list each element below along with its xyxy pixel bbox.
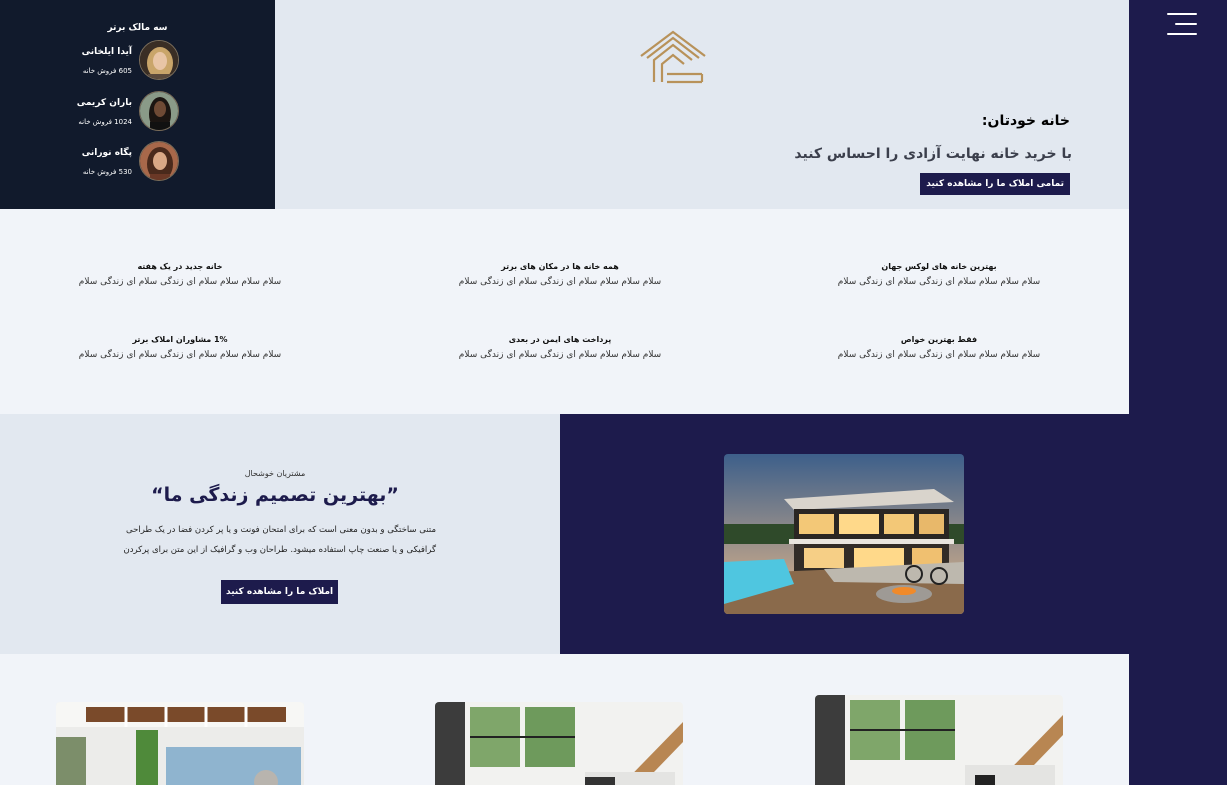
avatar: [139, 141, 179, 181]
hamburger-menu-icon[interactable]: [1165, 12, 1197, 36]
feature-desc: سلام سلام سلام سلام ای زندگی سلام ای زند…: [78, 350, 282, 360]
house-logo[interactable]: [640, 30, 706, 84]
avatar: [139, 40, 179, 80]
owner-name: باران کریمی: [76, 98, 132, 108]
feature-title: بهترین خانه های لوکس جهان: [881, 262, 997, 271]
view-properties-button[interactable]: املاک ما را مشاهده کنید: [221, 580, 339, 604]
feature-title: پرداخت های ایمن در بعدی: [508, 335, 612, 344]
listing-card[interactable]: [56, 702, 304, 785]
view-all-properties-button[interactable]: تمامی املاک ما را مشاهده کنید: [920, 173, 1070, 195]
feature-item: فقط بهترین خواص سلام سلام سلام سلام ای ز…: [809, 335, 1069, 360]
features-section: بهترین خانه های لوکس جهان سلام سلام سلام…: [0, 209, 1129, 414]
feature-desc: سلام سلام سلام سلام ای زندگی سلام ای زند…: [458, 277, 662, 287]
listings-section: [0, 654, 1129, 785]
feature-title: خانه جدید در یک هفته: [137, 262, 223, 271]
feature-item: بهترین خانه های لوکس جهان سلام سلام سلام…: [809, 262, 1069, 287]
feature-desc: سلام سلام سلام سلام ای زندگی سلام ای زند…: [837, 350, 1041, 360]
hero-title: خانه خودتان:: [981, 113, 1070, 129]
owner-sales: 530 فروش خانه: [82, 168, 132, 176]
feature-desc: سلام سلام سلام سلام ای زندگی سلام ای زند…: [458, 350, 662, 360]
feature-title: 1% مشاوران املاک برتر: [132, 335, 228, 344]
testimonial-kicker: مشتریان خوشحال: [244, 469, 306, 478]
feature-desc: سلام سلام سلام سلام ای زندگی سلام ای زند…: [78, 277, 282, 287]
owner-card[interactable]: باران کریمی 1024 فروش خانه: [0, 91, 275, 131]
feature-item: خانه جدید در یک هفته سلام سلام سلام سلام…: [50, 262, 310, 287]
top-owners-panel: سه مالک برتر آیدا ایلخانی 605 فروش خانه …: [0, 0, 275, 209]
avatar: [139, 91, 179, 131]
owner-name: آیدا ایلخانی: [81, 47, 132, 57]
top-owners-title: سه مالک برتر: [107, 23, 168, 33]
hero-subtitle: با خرید خانه نهایت آزادی را احساس کنید: [794, 146, 1072, 162]
testimonial-section: مشتریان خوشحال ”بهترین تصمیم زندگی ما“ م…: [0, 414, 560, 654]
feature-item: 1% مشاوران املاک برتر سلام سلام سلام سلا…: [50, 335, 310, 360]
owner-sales: 605 فروش خانه: [82, 67, 132, 75]
feature-title: همه خانه ها در مکان های برتر: [501, 262, 619, 271]
listing-card[interactable]: [815, 695, 1063, 785]
owner-card[interactable]: پگاه نورانی 530 فروش خانه: [0, 141, 275, 181]
owner-sales: 1024 فروش خانه: [78, 118, 132, 126]
side-rail: [1129, 0, 1227, 785]
testimonial-body: متنی ساختگی و بدون معنی است که برای امتح…: [123, 525, 436, 555]
feature-desc: سلام سلام سلام سلام ای زندگی سلام ای زند…: [837, 277, 1041, 287]
hero-section: خانه خودتان: با خرید خانه نهایت آزادی را…: [275, 0, 1129, 209]
owner-name: پگاه نورانی: [81, 148, 132, 158]
feature-item: همه خانه ها در مکان های برتر سلام سلام س…: [430, 262, 690, 287]
featured-house-panel: [560, 414, 1129, 654]
listing-card[interactable]: [435, 702, 683, 785]
feature-item: پرداخت های ایمن در بعدی سلام سلام سلام س…: [430, 335, 690, 360]
owner-card[interactable]: آیدا ایلخانی 605 فروش خانه: [0, 40, 275, 80]
featured-house-image: [724, 454, 964, 614]
feature-title: فقط بهترین خواص: [900, 335, 978, 344]
testimonial-title: ”بهترین تصمیم زندگی ما“: [151, 484, 399, 506]
